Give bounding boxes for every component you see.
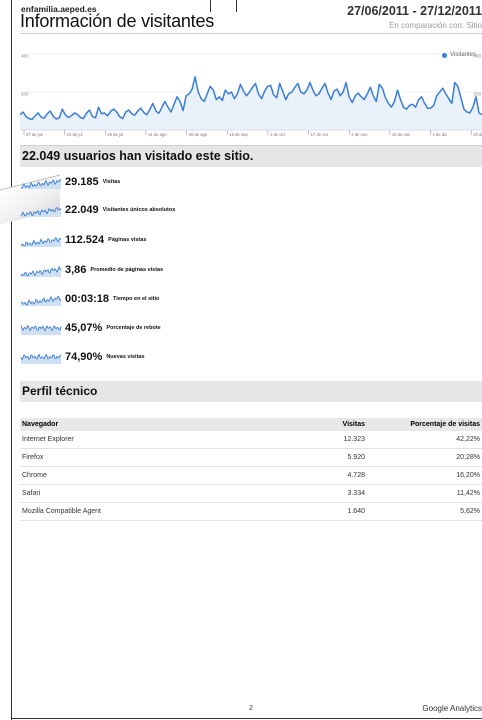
page-edge	[236, 0, 237, 12]
sparkline-icon	[21, 178, 62, 189]
metric-label: Nuevas visitas	[106, 354, 145, 360]
x-tick-label: 4 de dic	[433, 132, 448, 137]
table-row: Chrome 4.728 16,20%	[20, 467, 482, 485]
x-tick-label: 2 de nov	[351, 132, 368, 137]
metric-value: 00:03:18	[65, 293, 110, 305]
percent-value: 11,42%	[456, 490, 480, 497]
metric-row: 00:03:18 Tiempo en el sitio	[20, 291, 159, 307]
sparkline-area	[21, 354, 61, 364]
page-edge	[11, 718, 482, 719]
x-tick-label: 15 de sep	[229, 132, 248, 137]
x-tick-label: 1 de oct	[270, 132, 286, 137]
page-edge	[11, 0, 12, 720]
percent-value: 42,22%	[456, 436, 480, 443]
x-tick-label: 14 de ago	[148, 132, 167, 137]
metric-label: Páginas vistas	[108, 237, 147, 243]
visits-value: 12.323	[343, 436, 365, 443]
series-area	[20, 76, 482, 130]
page-title: Información de visitantes	[20, 11, 215, 31]
metric-label: Visitantes únicos absolutos	[102, 207, 176, 213]
browser-name: Chrome	[22, 472, 47, 479]
title-divider	[20, 33, 482, 34]
page-number: 2	[249, 705, 253, 712]
percent-value: 16,20%	[456, 472, 480, 479]
metric-label: Visitas	[102, 179, 121, 185]
metric-value: 3,86	[65, 264, 87, 276]
metric-value: 74,90%	[65, 351, 103, 363]
date-range: 27/06/2011 - 27/12/2011	[347, 4, 482, 18]
metric-row: 22.049 Visitantes únicos absolutos	[20, 202, 175, 218]
metric-value: 45,07%	[65, 322, 103, 334]
percent-value: 20,28%	[456, 454, 480, 461]
metric-value: 22.049	[65, 204, 99, 216]
visitors-line-chart: 40020040020027 de jun 13 de jul 29 de jul 1…	[20, 54, 482, 137]
browser-table: Navegador Visitas Porcentaje de visitas …	[20, 418, 482, 521]
sparkline-icon	[20, 265, 62, 277]
sparkline-icon	[20, 324, 62, 335]
browser-name: Firefox	[22, 454, 44, 461]
sparkline-icon	[20, 206, 62, 217]
metric-value: 112.524	[65, 234, 105, 246]
legend-dot-icon	[442, 52, 448, 58]
y-tick-label: 400	[21, 54, 29, 59]
visits-value: 3.334	[347, 490, 365, 497]
metric-value: 29.185	[65, 176, 99, 188]
metric-label: Tiempo en el sitio	[113, 296, 160, 302]
table-row: Internet Explorer 12.323 42,22%	[20, 431, 482, 449]
header-porcentaje: Porcentaje de visitas	[410, 421, 480, 428]
visits-value: 5.920	[347, 454, 365, 461]
browser-name: Mozilla Compatible Agent	[22, 508, 101, 515]
x-tick-label: 17 de oct	[311, 132, 329, 137]
browser-name: Internet Explorer	[22, 436, 74, 443]
x-tick-label: 27 de jun	[26, 132, 44, 137]
x-tick-label: 20 de d	[473, 132, 482, 137]
browser-name: Safari	[22, 490, 41, 497]
comparison-label: En comparación con: Sitio	[389, 21, 482, 30]
metric-row: 3,86 Promedio de páginas vistas	[20, 262, 163, 278]
footer-brand: Google Analytics	[422, 704, 482, 713]
visits-value: 4.728	[347, 472, 365, 479]
metric-label: Promedio de páginas vistas	[90, 267, 164, 273]
metric-row: 112.524 Páginas vistas	[20, 232, 146, 248]
sparkline-icon	[20, 295, 62, 306]
x-tick-label: 30 de ago	[189, 132, 208, 137]
visits-value: 1.640	[347, 508, 365, 515]
table-row: Firefox 5.920 20,28%	[20, 449, 482, 467]
users-summary: 22.049 usuarios han visitado este sitio.	[20, 145, 482, 167]
y-tick-label-right: 200	[473, 92, 481, 97]
metric-row: 45,07% Porcentaje de rebote	[20, 320, 161, 336]
sparkline-icon	[20, 236, 62, 247]
sparkline-icon	[20, 353, 62, 364]
x-tick-label: 18 de nov	[392, 132, 411, 137]
tech-profile-title: Perfil técnico	[20, 381, 482, 402]
header-visitas: Visitas	[342, 421, 365, 428]
x-tick-label: 29 de jul	[107, 132, 123, 137]
x-tick-label: 13 de jul	[67, 132, 83, 137]
metric-row: 74,90% Nuevas visitas	[20, 349, 145, 365]
header-navegador: Navegador	[22, 421, 59, 428]
table-header: Navegador Visitas Porcentaje de visitas	[20, 418, 482, 431]
legend-label: Visitantes	[450, 52, 476, 58]
chart-legend: Visitantes	[442, 52, 476, 58]
metric-label: Porcentaje de rebote	[106, 325, 161, 331]
percent-value: 5,62%	[460, 508, 480, 515]
metric-row: 29.185 Visitas	[20, 174, 120, 190]
y-tick-label: 200	[21, 92, 29, 97]
table-row: Safari 3.334 11,42%	[20, 485, 482, 503]
table-row: Mozilla Compatible Agent 1.640 5,62%	[20, 503, 482, 521]
